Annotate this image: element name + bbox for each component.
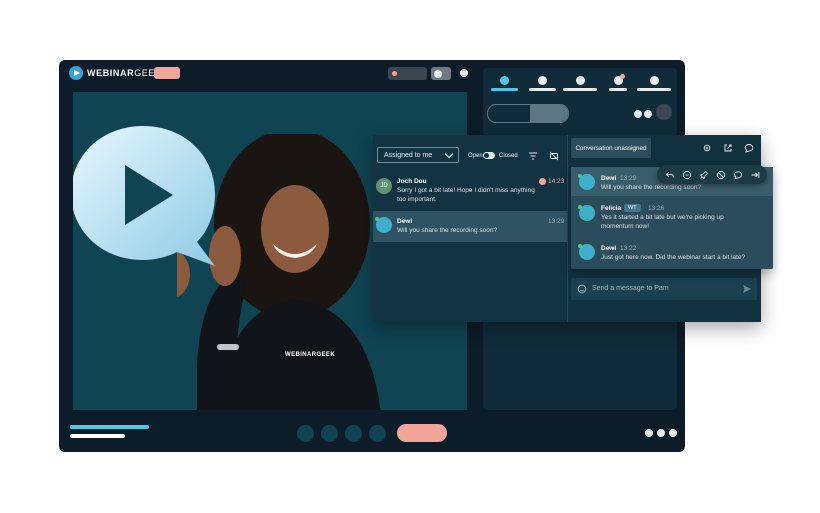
record-toggle[interactable] [388,67,427,80]
assigned-filter-select[interactable]: Assigned to me [377,147,459,163]
more-dot-2[interactable] [657,429,665,437]
conversation-status: Conversation unassigned [571,138,651,158]
toggle-knob [434,69,442,78]
progress-bar[interactable] [70,434,125,438]
segment-active[interactable] [530,105,568,122]
conversation-item[interactable]: JD Joch Dou Sorry I got a bit late! Hope… [373,175,567,209]
message-input[interactable]: Send a message to Pam [571,278,757,300]
notification-badge [620,74,625,79]
thread-message: Just got here now. Did the webinar start… [601,254,746,261]
closed-label: Closed [499,153,518,159]
more-dot-3[interactable] [669,429,677,437]
thread-message: Yes it started a bit late but we're pick… [601,214,724,230]
conversation-preview: Will you share the recording soon? [397,227,498,234]
option-dot-1[interactable] [634,110,642,118]
tab-attendees-underline [637,88,671,91]
record-dot-icon [392,71,397,76]
block-icon[interactable] [716,170,726,180]
open-closed-toggle[interactable] [483,152,495,159]
tab-notifications-underline [609,88,627,91]
tab-qa[interactable] [538,76,547,85]
conversation-name: Joch Dou [397,178,427,185]
logo-text-bold: WEBINAR [87,68,135,78]
conversation-name: Dewi [397,218,413,225]
volume-bar[interactable] [70,425,149,429]
assigned-filter-label: Assigned to me [384,151,433,159]
online-indicator [375,217,379,221]
thread-time: 13:26 [648,205,665,212]
more-dot-1[interactable] [645,429,653,437]
comment-icon[interactable] [682,170,692,180]
flag-icon [539,178,546,185]
column-divider [567,135,568,322]
emoji-icon[interactable] [577,284,587,294]
thread-time: 13:22 [620,245,637,252]
speech-bubble-icon[interactable] [733,170,743,180]
thread-time: 13:29 [620,175,637,182]
send-icon[interactable] [742,284,752,294]
message-input-placeholder: Send a message to Pam [592,285,669,292]
reply-icon[interactable] [665,170,675,180]
thread-sender: Dewi [601,175,617,182]
status-dot [460,69,468,77]
option-dot-2[interactable] [644,110,652,118]
open-external-icon[interactable] [723,143,733,153]
camera-toggle[interactable] [431,67,451,80]
conversation-time: 14:23 [548,178,565,185]
conversation-preview: Sorry I got a bit late! Hope I didn't mi… [397,187,535,203]
thread-sender: Felicia [601,205,622,212]
message-action-toolbar [657,165,767,184]
chevron-down-icon [444,149,454,159]
control-button-3[interactable] [345,425,362,442]
online-indicator [578,244,582,248]
control-button-2[interactable] [321,425,338,442]
leave-button[interactable] [397,424,447,442]
segmented-control[interactable] [487,104,569,123]
thread-sender: Dewi [601,245,617,252]
online-indicator [578,174,582,178]
tab-qa-underline [529,88,556,91]
conversation-list: Assigned to me Open Closed JD Joch Dou S… [373,135,567,322]
conversation-item-selected[interactable]: Dewi Will you share the recording soon? … [373,211,567,242]
thread-message: Will you share the recording soon? [601,184,702,191]
tab-polls[interactable] [576,76,585,85]
conversation-time: 13:29 [548,218,565,225]
tab-polls-underline [563,88,597,91]
open-label: Open [468,153,483,159]
control-button-1[interactable] [297,425,314,442]
pin-icon[interactable] [699,170,709,180]
forward-icon[interactable] [750,170,760,180]
webinargeek-logo: WEBINARGEEK [69,66,162,80]
settings-icon[interactable] [702,143,712,153]
team-badge: WT [624,204,641,212]
chat-icon[interactable] [744,143,754,153]
tab-attendees[interactable] [650,76,659,85]
live-badge [154,67,180,79]
tab-chat[interactable] [500,76,509,85]
play-logo-icon [69,66,83,80]
play-bubble-graphic [73,126,215,266]
avatar: JD [376,178,392,194]
mute-notification-icon[interactable] [549,151,559,161]
filter-icon[interactable] [528,151,538,161]
tab-chat-underline [491,88,518,91]
control-button-4[interactable] [369,425,386,442]
shirt-logo-text: WEBINARGEEK [285,352,336,358]
profile-avatar[interactable] [656,104,672,120]
online-indicator [578,205,582,209]
